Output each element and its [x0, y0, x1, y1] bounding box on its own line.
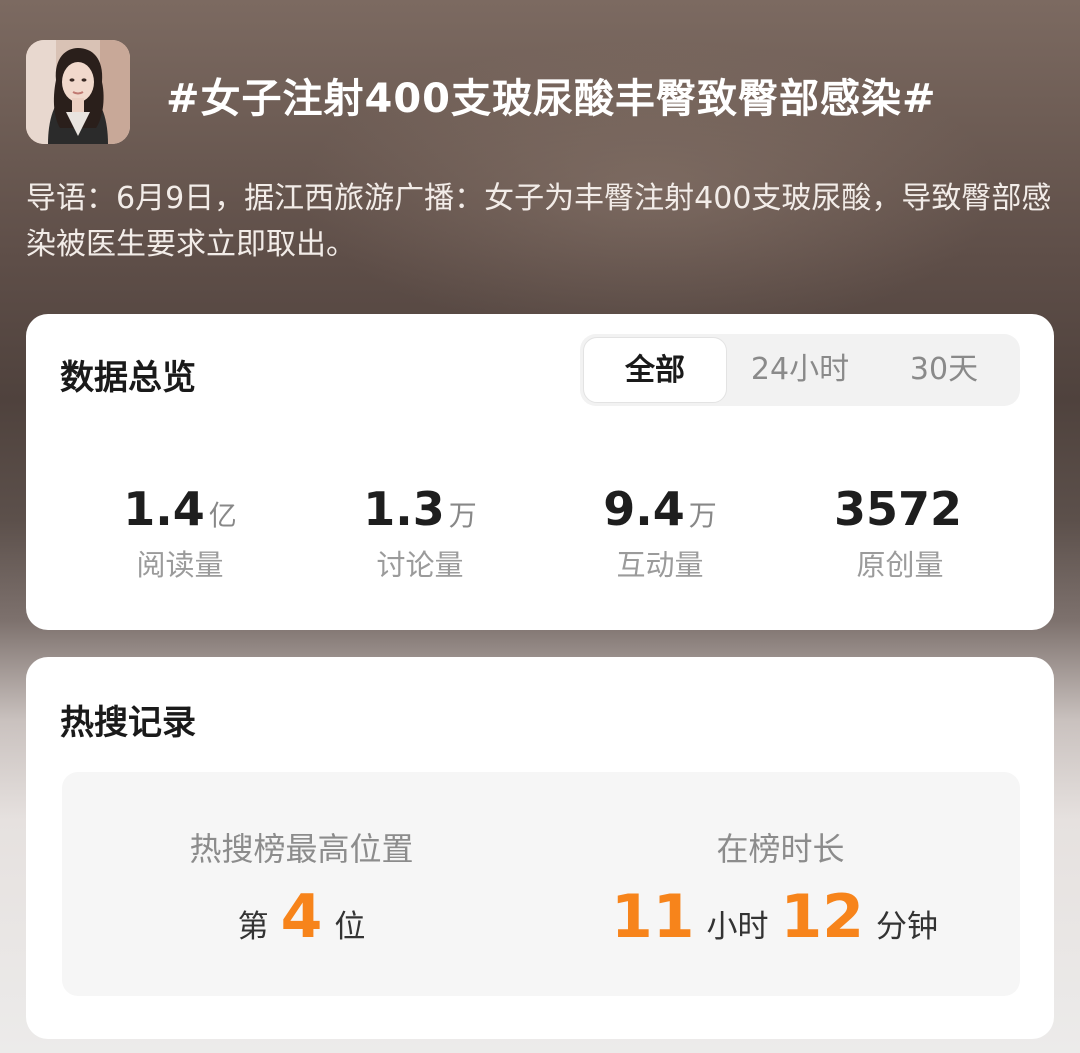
stat-reads-value: 1.4: [123, 482, 205, 536]
stat-discussions: 1.3 万 讨论量: [300, 482, 540, 584]
tab-24h[interactable]: 24小时: [728, 334, 872, 406]
stat-interactions-unit: 万: [688, 499, 717, 532]
data-overview-card: 数据总览 全部 24小时 30天 1.4 亿 阅读量 1.3 万 讨论量 9.4 万 …: [26, 314, 1054, 630]
hot-search-card: 热搜记录 热搜榜最高位置 第4位 在榜时长 11 小时 12 分钟: [26, 657, 1054, 1039]
stat-interactions-label: 互动量: [616, 548, 704, 582]
stat-interactions-value: 9.4: [603, 482, 685, 536]
hot-search-record-panel: 热搜榜最高位置 第4位 在榜时长 11 小时 12 分钟: [62, 772, 1020, 996]
duration-minutes-unit: 分钟: [876, 909, 938, 945]
highest-rank-value: 第4位: [62, 882, 541, 952]
stat-originals-label: 原创量: [856, 548, 944, 582]
stat-discussions-value: 1.3: [363, 482, 445, 536]
duration-minutes: 12: [780, 882, 865, 952]
on-list-duration-block: 在榜时长 11 小时 12 分钟: [541, 772, 1020, 996]
tab-all[interactable]: 全部: [583, 337, 727, 403]
avatar[interactable]: [26, 40, 130, 144]
duration-hours: 11: [611, 882, 695, 952]
duration-value: 11 小时 12 分钟: [541, 882, 1020, 952]
topic-title: #女子注射400支玻尿酸丰臀致臀部感染#: [166, 76, 937, 122]
stat-interactions: 9.4 万 互动量: [540, 482, 780, 584]
duration-hours-unit: 小时: [706, 909, 769, 945]
stat-reads-unit: 亿: [208, 499, 237, 532]
rank-prefix: 第: [237, 909, 269, 945]
time-range-segment: 全部 24小时 30天: [580, 334, 1020, 406]
hot-search-title: 热搜记录: [60, 703, 196, 743]
highest-rank-label: 热搜榜最高位置: [189, 830, 414, 868]
stat-reads-label: 阅读量: [136, 548, 224, 582]
avatar-woman-icon: [26, 40, 130, 144]
stat-originals: 3572 原创量: [780, 482, 1020, 584]
tab-30d[interactable]: 30天: [872, 334, 1016, 406]
stat-discussions-label: 讨论量: [376, 548, 464, 582]
highest-rank-block: 热搜榜最高位置 第4位: [62, 772, 541, 996]
topic-header: #女子注射400支玻尿酸丰臀致臀部感染#: [26, 40, 1056, 144]
overview-title: 数据总览: [60, 358, 196, 398]
stat-discussions-unit: 万: [448, 499, 477, 532]
rank-number: 4: [280, 882, 323, 952]
topic-intro: 导语：6月9日，据江西旅游广播：女子为丰臀注射400支玻尿酸，导致臀部感染被医生…: [26, 181, 1052, 262]
stat-reads: 1.4 亿 阅读量: [60, 482, 300, 584]
duration-label: 在榜时长: [716, 830, 845, 868]
stat-originals-value: 3572: [833, 482, 963, 536]
rank-suffix: 位: [334, 909, 366, 945]
